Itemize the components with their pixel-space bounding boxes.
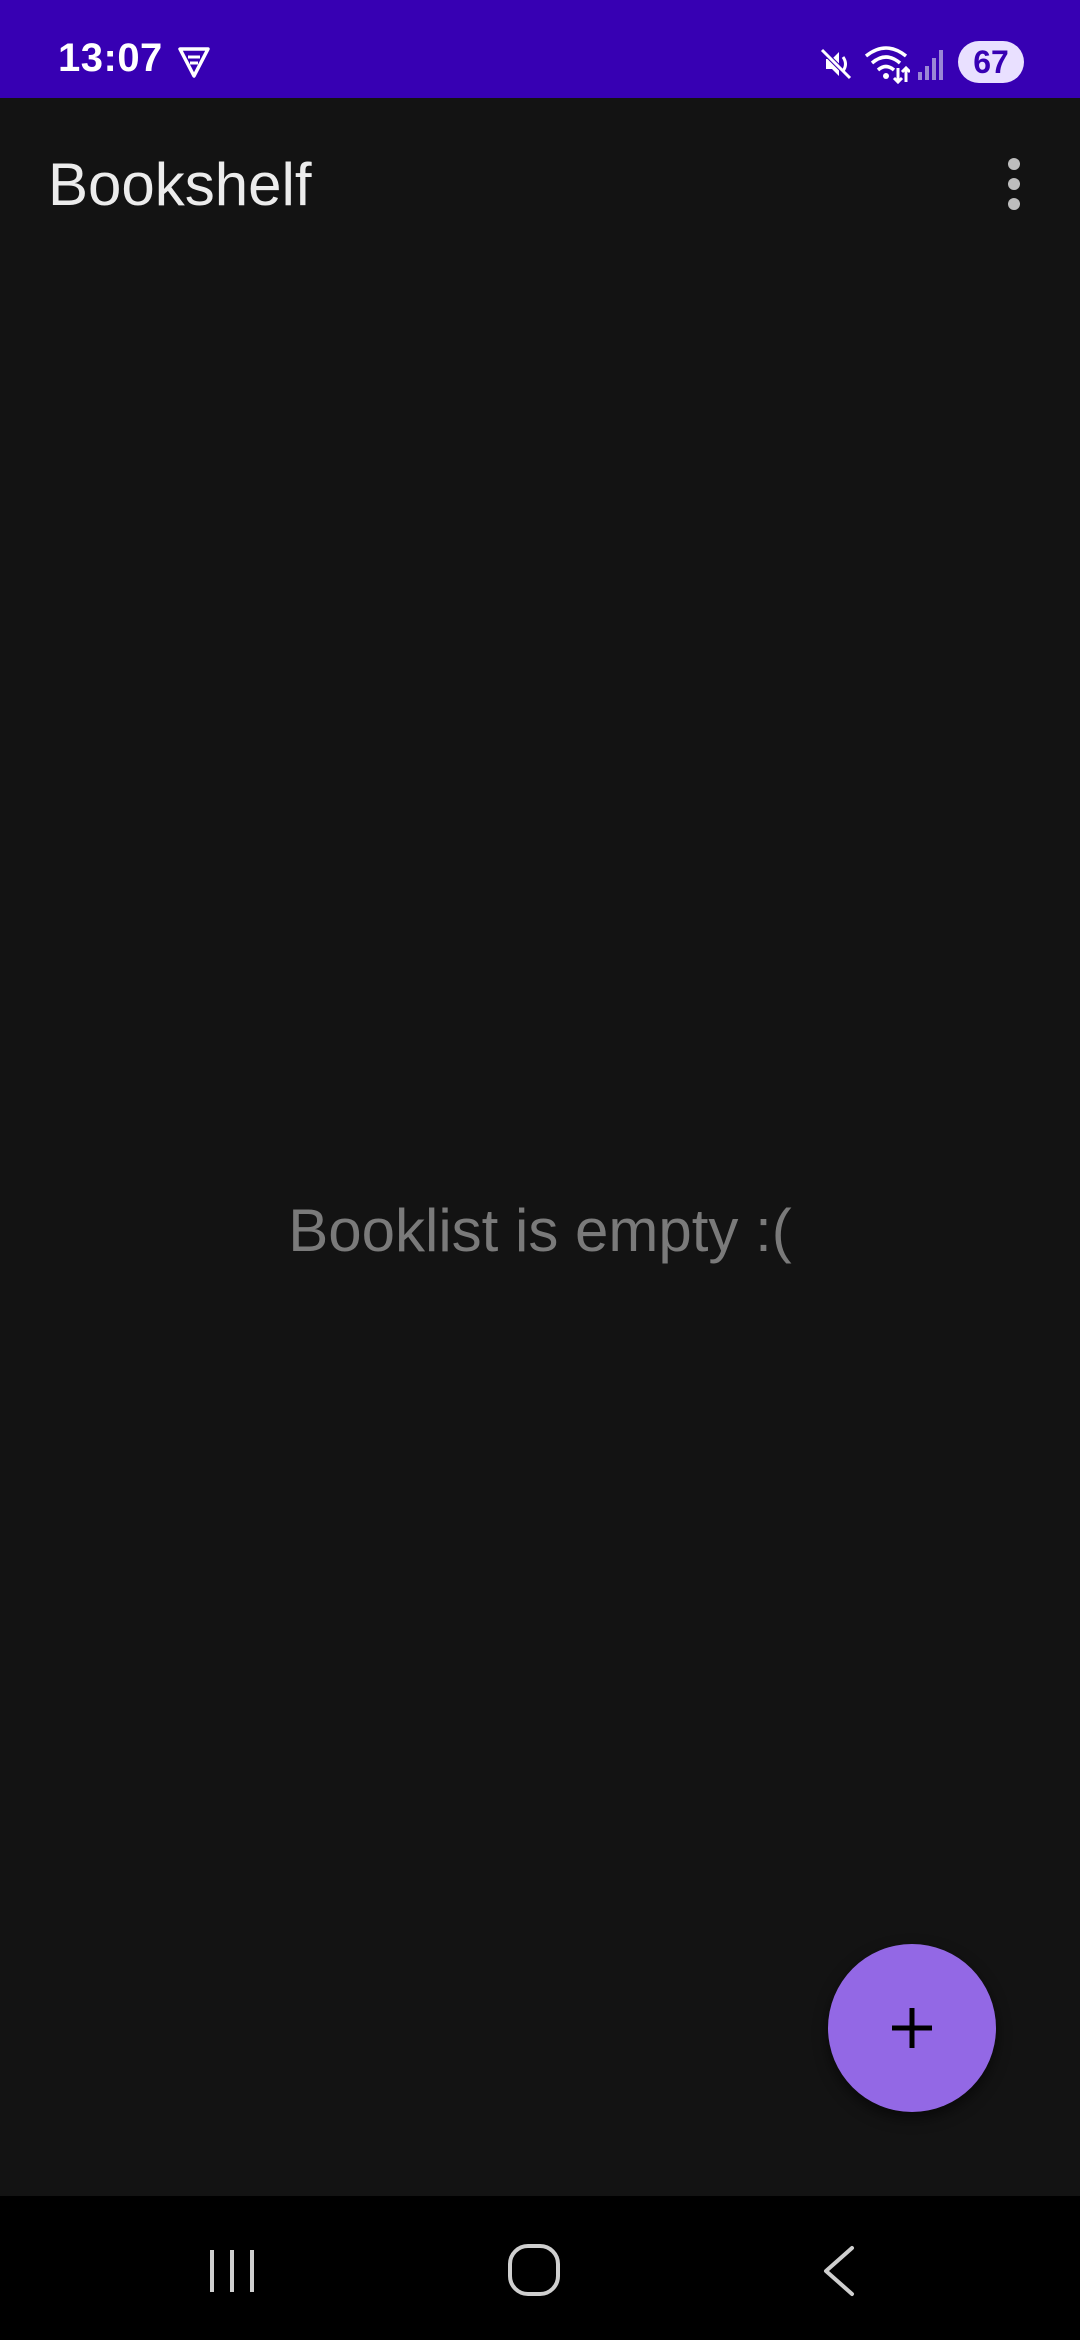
back-icon[interactable] bbox=[818, 2244, 858, 2298]
more-vert-icon-dot bbox=[1008, 198, 1020, 210]
recents-icon[interactable] bbox=[206, 2246, 258, 2296]
empty-state-message: Booklist is empty :( bbox=[288, 1197, 792, 1264]
vpn-icon bbox=[178, 47, 210, 78]
status-time: 13:07 bbox=[58, 36, 163, 80]
more-vert-icon-dot bbox=[1008, 178, 1020, 190]
status-bar: 13:07 67 bbox=[0, 0, 1080, 98]
screen: 13:07 67 Bookshelf Booklist is empty:( bbox=[0, 0, 1080, 2340]
page-title: Bookshelf bbox=[48, 151, 312, 218]
more-vert-icon bbox=[1008, 158, 1020, 170]
mute-icon bbox=[820, 48, 852, 80]
add-book-button[interactable] bbox=[828, 1944, 996, 2112]
wifi-icon bbox=[864, 46, 910, 84]
plus-icon bbox=[892, 2008, 932, 2048]
home-icon[interactable] bbox=[506, 2242, 562, 2298]
app-bar: Bookshelf bbox=[0, 98, 1080, 272]
system-nav-bar bbox=[0, 2196, 1080, 2340]
battery-indicator: 67 bbox=[958, 41, 1024, 83]
more-options-button[interactable] bbox=[990, 148, 1038, 220]
signal-icon bbox=[918, 50, 943, 80]
